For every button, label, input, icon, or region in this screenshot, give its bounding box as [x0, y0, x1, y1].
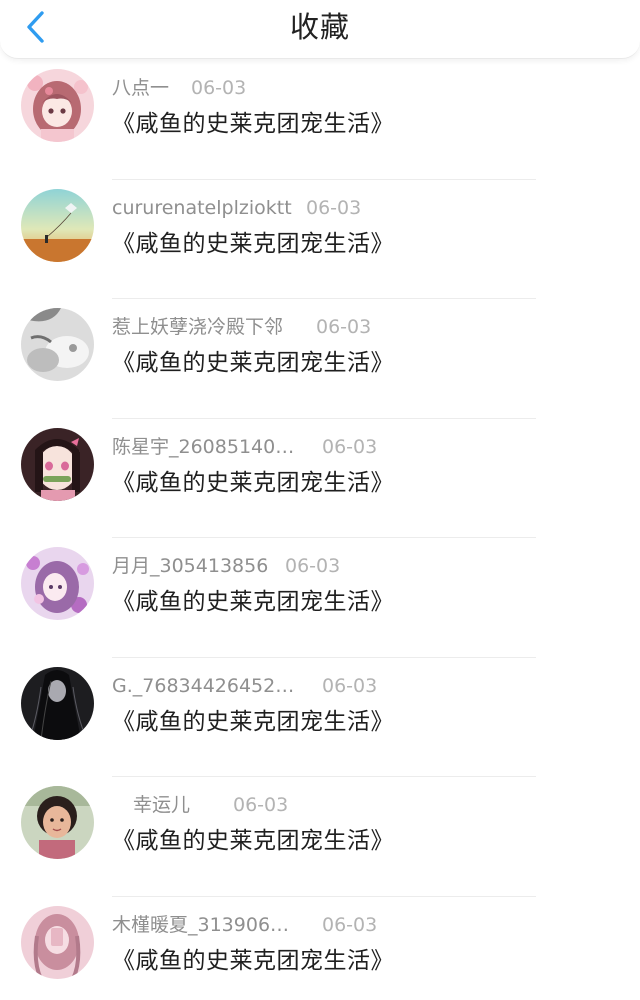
user-name: cururenatelplzioktt — [112, 196, 292, 219]
user-name: G._76834426452… — [112, 674, 295, 697]
favorite-date: 06-03 — [233, 794, 289, 816]
avatar[interactable] — [21, 188, 94, 262]
favorite-date: 06-03 — [191, 77, 247, 99]
avatar[interactable] — [21, 786, 94, 859]
book-title: 《咸鱼的史莱克团宠生活》 — [112, 589, 394, 615]
list-item[interactable]: G._76834426452… 06-03 《咸鱼的史莱克团宠生活》 — [0, 658, 640, 777]
avatar[interactable] — [21, 427, 94, 501]
avatar[interactable] — [21, 666, 94, 740]
list-item[interactable]: 陈星宇_26085140… 06-03 《咸鱼的史莱克团宠生活》 — [0, 419, 640, 538]
favorite-date: 06-03 — [285, 555, 341, 577]
user-name: 惹上妖孽浇冷殿下邻 — [112, 316, 284, 338]
avatar[interactable] — [21, 69, 94, 142]
avatar[interactable] — [21, 308, 94, 381]
list-item[interactable]: 八点一 06-03 《咸鱼的史莱克团宠生活》 — [0, 60, 640, 180]
page-title: 收藏 — [289, 10, 350, 44]
favorites-list: 八点一 06-03 《咸鱼的史莱克团宠生活》 cururenatelplziok… — [0, 60, 640, 1000]
user-name: 陈星宇_26085140… — [112, 435, 295, 458]
user-name: 月月_305413856 — [112, 555, 269, 577]
avatar[interactable] — [21, 905, 94, 979]
user-name: 木槿暖夏_313906… — [112, 913, 290, 936]
child-photo-avatar — [21, 786, 94, 859]
book-title: 《咸鱼的史莱克团宠生活》 — [112, 469, 394, 496]
user-name: 八点一 — [112, 77, 170, 99]
list-item[interactable]: 月月_305413856 06-03 《咸鱼的史莱克团宠生活》 — [0, 538, 640, 658]
user-name: 幸运儿 — [133, 794, 191, 816]
anime-girl-bamboo-muzzle-avatar — [21, 427, 94, 501]
book-title: 《咸鱼的史莱克团宠生活》 — [112, 828, 394, 854]
anime-girl-pink-hair-avatar — [21, 69, 94, 142]
top-bar: 收藏 — [0, 0, 640, 59]
book-title: 《咸鱼的史莱克团宠生活》 — [112, 947, 394, 974]
grayscale-photo-avatar — [21, 308, 94, 381]
favorite-date: 06-03 — [316, 316, 372, 338]
list-item[interactable]: 惹上妖孽浇冷殿下邻 06-03 《咸鱼的史莱克团宠生活》 — [0, 299, 640, 419]
kite-sunset-field-avatar — [21, 188, 94, 262]
favorite-date: 06-03 — [322, 435, 378, 458]
favorite-date: 06-03 — [322, 674, 378, 697]
favorite-date: 06-03 — [306, 196, 362, 219]
avatar[interactable] — [21, 547, 94, 620]
book-title: 《咸鱼的史莱克团宠生活》 — [112, 708, 394, 735]
anime-girl-purple-flowers-avatar — [21, 547, 94, 620]
book-title: 《咸鱼的史莱克团宠生活》 — [112, 230, 394, 257]
favorites-page: 收藏 八点一 06-03 《咸鱼的史莱克团宠生活》 cururenatelplz… — [0, 0, 640, 1000]
book-title: 《咸鱼的史莱克团宠生活》 — [112, 350, 394, 376]
dark-long-hair-figure-avatar — [21, 666, 94, 740]
list-item[interactable]: 幸运儿 06-03 《咸鱼的史莱克团宠生活》 — [0, 777, 640, 897]
pink-tinted-girl-photo-avatar — [21, 905, 94, 979]
favorite-date: 06-03 — [322, 913, 378, 936]
list-item[interactable]: 木槿暖夏_313906… 06-03 《咸鱼的史莱克团宠生活》 — [0, 897, 640, 1000]
book-title: 《咸鱼的史莱克团宠生活》 — [112, 111, 394, 137]
list-item[interactable]: cururenatelplzioktt 06-03 《咸鱼的史莱克团宠生活》 — [0, 180, 640, 299]
